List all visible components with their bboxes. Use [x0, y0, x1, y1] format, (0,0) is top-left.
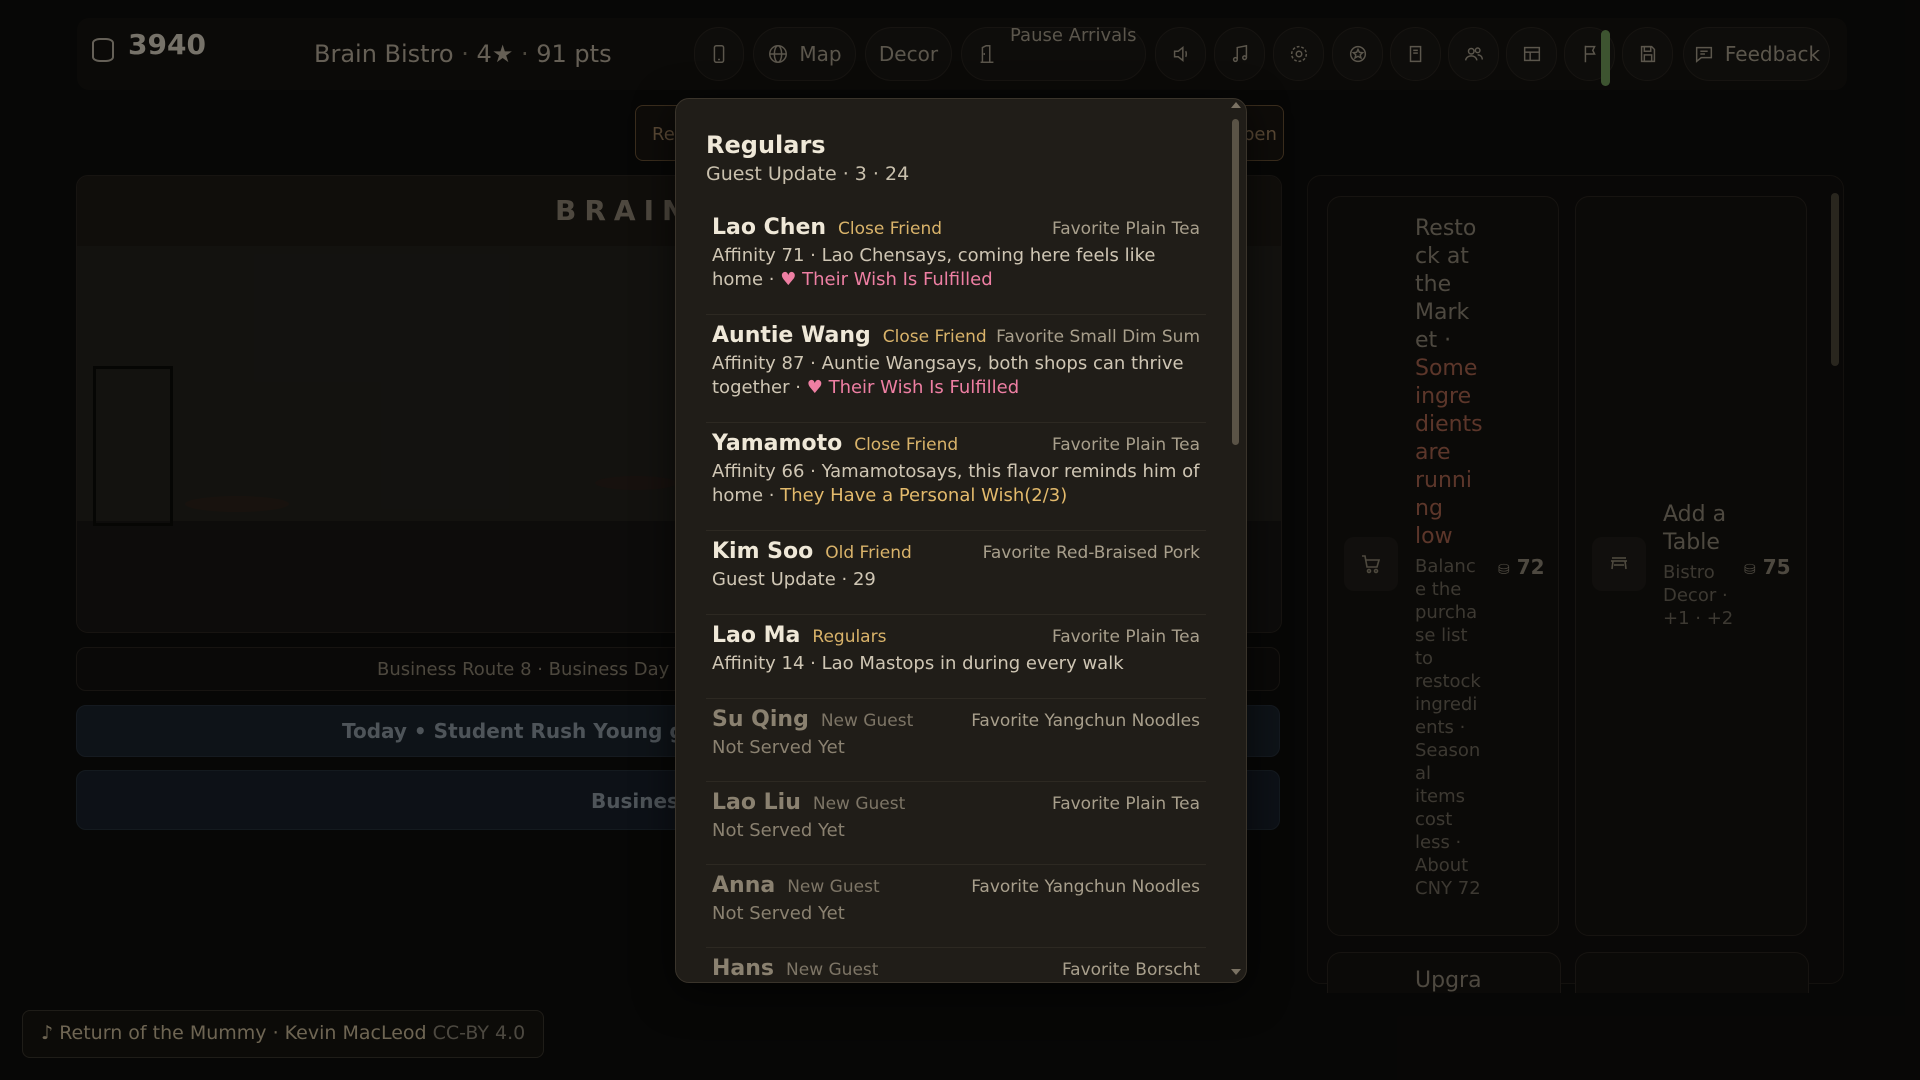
guest-row[interactable]: Anna New Guest Favorite Yangchun Noodles…	[706, 865, 1206, 948]
guest-name: Kim Soo	[712, 539, 814, 564]
guest-favorite: Favorite Red-Braised Pork	[982, 543, 1200, 563]
heart-icon: ♥	[806, 377, 823, 398]
guest-row[interactable]: Lao Liu New Guest Favorite Plain Tea Not…	[706, 782, 1206, 865]
heart-icon: ♥	[780, 269, 797, 290]
guest-row[interactable]: Lao Ma Regulars Favorite Plain Tea Affin…	[706, 615, 1206, 699]
guest-favorite: Favorite Yangchun Noodles	[971, 877, 1200, 897]
guest-name: Anna	[712, 873, 776, 898]
guest-tag: New Guest	[786, 960, 879, 980]
guest-name: Lao Chen	[712, 215, 827, 240]
guest-tag: Old Friend	[825, 543, 912, 563]
guest-favorite: Favorite Borscht	[1061, 960, 1200, 980]
guest-row[interactable]: Su Qing New Guest Favorite Yangchun Nood…	[706, 699, 1206, 782]
guest-row[interactable]: Hans New Guest Favorite Borscht	[706, 948, 1206, 982]
guest-name: Su Qing	[712, 707, 809, 732]
guest-tag: Close Friend	[838, 219, 943, 239]
modal-subtitle: Guest Update · 3 · 24	[706, 163, 910, 185]
guest-name: Auntie Wang	[712, 323, 871, 348]
guest-detail: Not Served Yet	[712, 820, 845, 841]
guest-wish: Their Wish Is Fulfilled	[828, 377, 1020, 398]
guest-favorite: Favorite Small Dim Sum	[996, 327, 1200, 347]
guest-favorite: Favorite Plain Tea	[1051, 435, 1200, 455]
guest-row[interactable]: Lao Chen Close Friend Favorite Plain Tea…	[706, 207, 1206, 315]
guest-favorite: Favorite Yangchun Noodles	[971, 711, 1200, 731]
guest-row[interactable]: Kim Soo Old Friend Favorite Red-Braised …	[706, 531, 1206, 615]
guest-tag: Regulars	[812, 627, 887, 647]
guest-tag: New Guest	[820, 711, 914, 731]
guest-detail: Affinity 14 · Lao Mastops in during ever…	[712, 653, 1124, 674]
guest-name: Lao Ma	[712, 623, 801, 648]
guest-tag: New Guest	[812, 794, 906, 814]
modal-title: Regulars	[706, 131, 826, 159]
guest-name: Yamamoto	[712, 431, 843, 456]
modal-scrollbar[interactable]	[1232, 119, 1239, 445]
guest-row[interactable]: Yamamoto Close Friend Favorite Plain Tea…	[706, 423, 1206, 531]
guest-tag: Close Friend	[882, 327, 987, 347]
scroll-up-arrow-icon[interactable]	[1231, 102, 1241, 108]
guest-wish: They Have a Personal Wish(2/3)	[780, 485, 1068, 506]
guest-tag: New Guest	[787, 877, 880, 897]
guest-name: Lao Liu	[712, 790, 801, 815]
guest-detail: Guest Update · 29	[712, 569, 876, 590]
guest-row[interactable]: Auntie Wang Close Friend Favorite Small …	[706, 315, 1206, 423]
guest-wish: Their Wish Is Fulfilled	[802, 269, 993, 290]
guest-tag: Close Friend	[854, 435, 959, 455]
regulars-modal: Regulars Guest Update · 3 · 24 Lao Chen …	[675, 98, 1247, 983]
guest-name: Hans	[712, 956, 775, 981]
guest-favorite: Favorite Plain Tea	[1051, 627, 1200, 647]
guest-favorite: Favorite Plain Tea	[1051, 219, 1200, 239]
scroll-down-arrow-icon[interactable]	[1231, 969, 1241, 975]
guest-list: Lao Chen Close Friend Favorite Plain Tea…	[706, 207, 1206, 982]
guest-detail: Not Served Yet	[712, 737, 845, 758]
guest-favorite: Favorite Plain Tea	[1051, 794, 1200, 814]
guest-detail: Not Served Yet	[712, 903, 845, 924]
